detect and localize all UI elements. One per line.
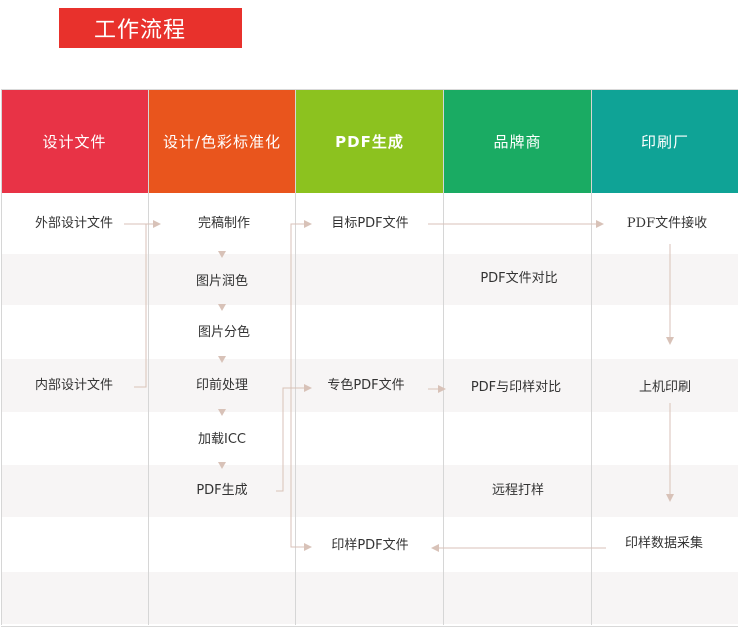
arrow-down-icon bbox=[218, 304, 226, 311]
arrow-down-icon bbox=[218, 462, 226, 469]
node-pdf-receive: PDF文件接收 bbox=[626, 216, 708, 231]
node-press: 上机印刷 bbox=[638, 380, 692, 395]
arrow-down-icon bbox=[218, 409, 226, 416]
node-proof-pdf: 印样PDF文件 bbox=[331, 538, 409, 553]
node-target-pdf: 目标PDF文件 bbox=[331, 216, 409, 231]
node-prepress: 印前处理 bbox=[195, 378, 249, 393]
arrow-external-to-draft bbox=[124, 223, 147, 388]
arrow-to-proof-pdf bbox=[290, 388, 312, 551]
node-remote-proof: 远程打样 bbox=[491, 483, 545, 498]
node-external-design: 外部设计文件 bbox=[34, 216, 114, 231]
node-spot-pdf: 专色PDF文件 bbox=[327, 378, 405, 393]
arrow-down-icon bbox=[218, 251, 226, 258]
node-load-icc: 加载ICC bbox=[198, 432, 246, 447]
node-separation: 图片分色 bbox=[197, 325, 251, 340]
node-internal-design: 内部设计文件 bbox=[34, 378, 114, 393]
node-proof-data: 印样数据采集 bbox=[624, 536, 704, 551]
arrow-pdfgen-to-pdfcol bbox=[276, 220, 312, 492]
node-retouch: 图片润色 bbox=[195, 274, 249, 289]
node-draft: 完稿制作 bbox=[197, 216, 251, 231]
node-pdf-compare: PDF文件对比 bbox=[480, 271, 558, 286]
node-pdf-generate: PDF生成 bbox=[196, 483, 248, 498]
node-pdf-proof-compare: PDF与印样对比 bbox=[470, 380, 562, 395]
flow-connectors bbox=[124, 220, 674, 552]
arrow-down-icon bbox=[218, 356, 226, 363]
